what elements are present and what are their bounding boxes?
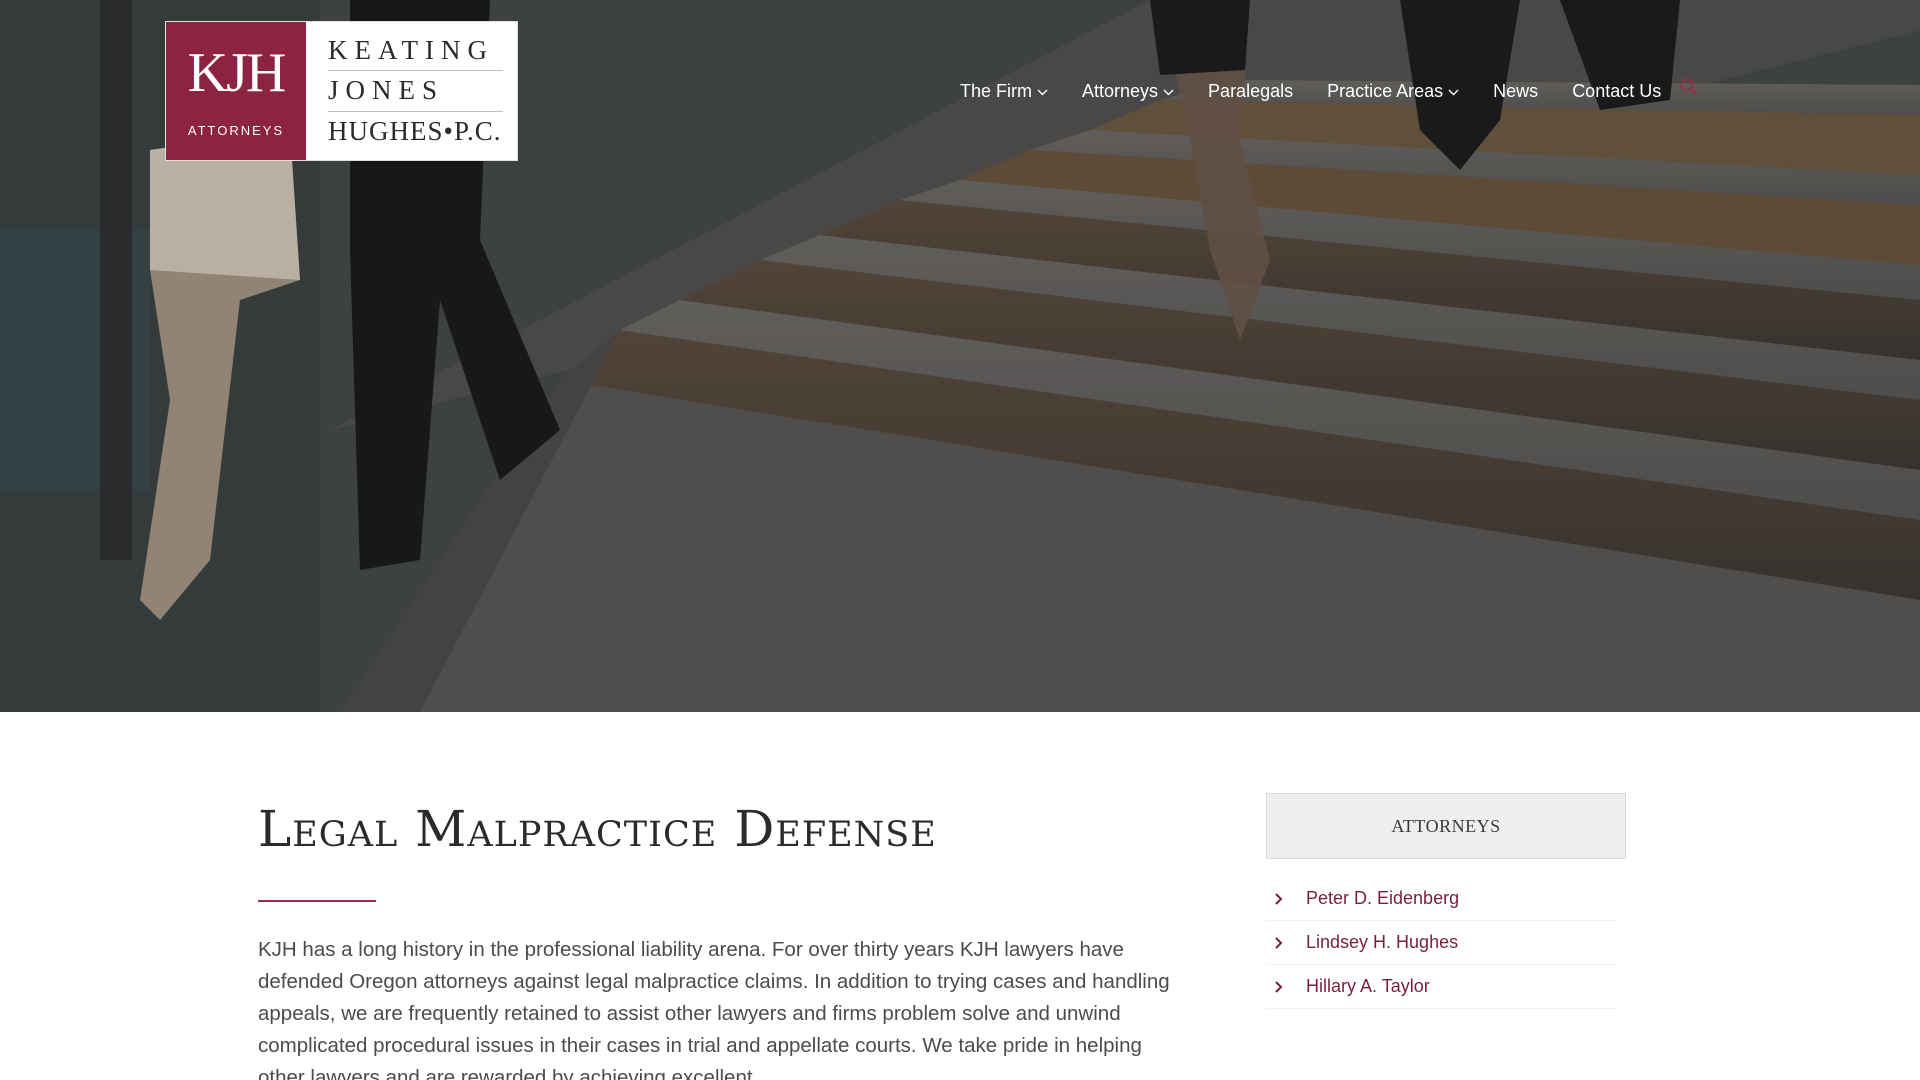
logo-rule [328, 70, 503, 72]
logo-wordmark: KEATING JONES HUGHES•P.C. [306, 22, 517, 160]
attorneys-sidebar: ATTORNEYS Peter D. Eidenberg Lindsey H. … [1266, 793, 1626, 1009]
logo-mark-block: KJH ATTORNEYS [166, 22, 306, 160]
nav-item-the-firm[interactable]: The Firm [960, 81, 1048, 102]
chevron-right-icon [1275, 980, 1283, 993]
logo-rule [328, 110, 503, 112]
logo-line-hughes: HUGHES•P.C. [328, 115, 502, 146]
nav-label: Practice Areas [1327, 80, 1444, 101]
nav-item-news[interactable]: News [1493, 81, 1538, 102]
nav-item-contact-us[interactable]: Contact Us [1572, 81, 1661, 102]
nav-label: The Firm [960, 80, 1032, 101]
nav-label: Contact Us [1572, 80, 1662, 101]
page-title: Legal Malpractice Defense [258, 800, 937, 858]
attorney-link-taylor[interactable]: Hillary A. Taylor [1266, 965, 1616, 1009]
logo-line-jones: JONES [328, 75, 445, 106]
nav-item-paralegals[interactable]: Paralegals [1208, 81, 1293, 102]
nav-label: Paralegals [1208, 80, 1294, 101]
attorney-name: Lindsey H. Hughes [1306, 932, 1459, 952]
body-paragraph: KJH has a long history in the profession… [258, 938, 1170, 1080]
attorney-name: Hillary A. Taylor [1306, 976, 1430, 996]
logo-line-keating: KEATING [328, 35, 494, 66]
attorney-name: Peter D. Eidenberg [1306, 888, 1460, 908]
chevron-right-icon [1275, 892, 1283, 905]
site-logo[interactable]: KJH ATTORNEYS KEATING JONES HUGHES•P.C. [165, 21, 518, 161]
chevron-down-icon [1163, 89, 1174, 95]
attorney-link-eidenberg[interactable]: Peter D. Eidenberg [1266, 877, 1616, 921]
chevron-right-icon [1275, 936, 1283, 949]
logo-sub: ATTORNEYS [187, 122, 285, 138]
nav-label: News [1493, 80, 1539, 101]
attorney-link-hughes[interactable]: Lindsey H. Hughes [1266, 921, 1616, 965]
sidebar-heading: ATTORNEYS [1266, 793, 1626, 859]
chevron-down-icon [1448, 89, 1459, 95]
main-nav: The Firm Attorneys Paralegals Practice A… [960, 78, 1699, 104]
chevron-down-icon [1037, 89, 1048, 95]
logo-mark: KJH [187, 41, 287, 104]
attorney-list: Peter D. Eidenberg Lindsey H. Hughes Hil… [1266, 877, 1626, 1009]
search-icon[interactable] [1679, 77, 1699, 97]
nav-item-practice-areas[interactable]: Practice Areas [1327, 81, 1459, 102]
nav-item-attorneys[interactable]: Attorneys [1082, 81, 1174, 102]
nav-label: Attorneys [1082, 80, 1159, 101]
title-divider [258, 900, 376, 902]
